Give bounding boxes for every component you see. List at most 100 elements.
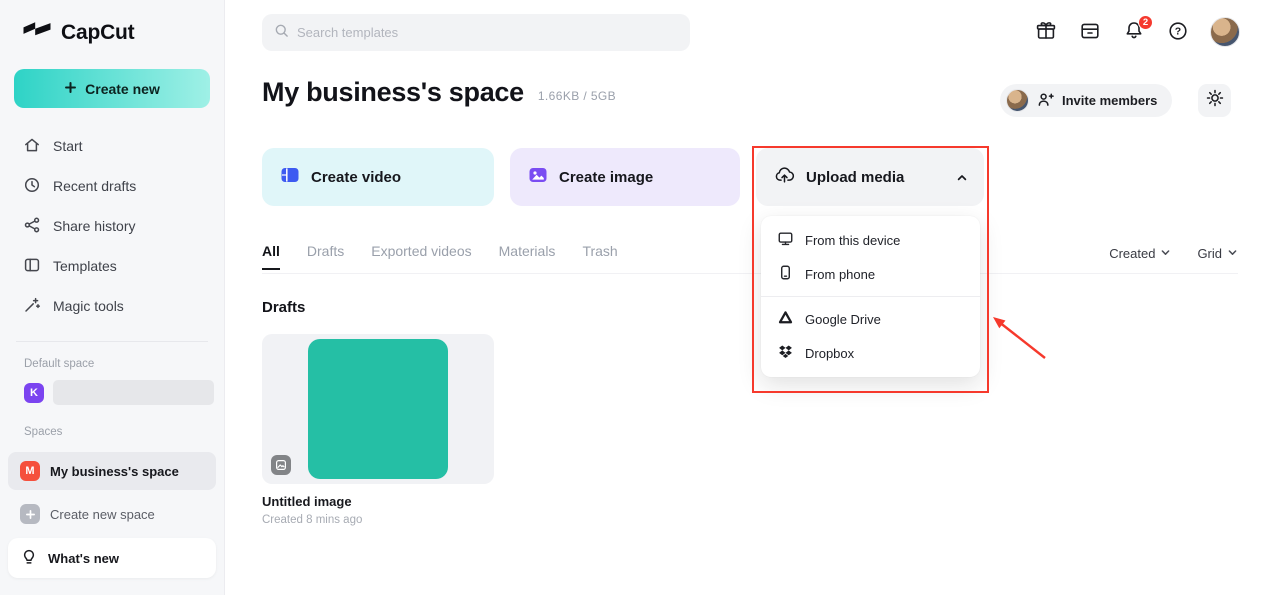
sidebar-item-magic-tools[interactable]: Magic tools [10, 286, 214, 326]
user-avatar[interactable] [1210, 17, 1240, 47]
sort-by-label: Created [1109, 246, 1156, 261]
whats-new-label: What's new [48, 550, 119, 566]
sidebar-item-label: Share history [53, 218, 136, 234]
space-settings-button[interactable] [1198, 84, 1231, 117]
clock-icon [23, 176, 41, 197]
image-icon [528, 165, 548, 189]
home-icon [23, 136, 41, 157]
draft-thumbnail [308, 339, 448, 479]
notifications-button[interactable]: 2 [1122, 15, 1153, 44]
sidebar-item-share-history[interactable]: Share history [10, 206, 214, 246]
templates-icon [23, 256, 41, 277]
annotation-arrow [993, 317, 1046, 359]
svg-text:?: ? [1175, 26, 1181, 38]
storage-box-button[interactable] [1078, 20, 1102, 44]
sidebar-item-label: Templates [53, 258, 117, 274]
tab-drafts[interactable]: Drafts [307, 243, 344, 270]
menu-item-label: Google Drive [805, 311, 881, 327]
menu-item-from-this-device[interactable]: From this device [761, 223, 980, 257]
menu-item-from-phone[interactable]: From phone [761, 257, 980, 291]
magic-wand-icon [23, 296, 41, 317]
gift-icon [1035, 20, 1057, 47]
menu-item-google-drive[interactable]: Google Drive [761, 302, 980, 336]
create-new-space-button[interactable]: Create new space [8, 495, 216, 533]
storage-usage: 1.66KB / 5GB [537, 89, 617, 103]
sidebar-item-label: Magic tools [53, 298, 124, 314]
logo-text: CapCut [61, 20, 135, 44]
help-button[interactable]: ? [1166, 20, 1190, 44]
tab-trash[interactable]: Trash [582, 243, 617, 270]
default-space-avatar: K [24, 382, 44, 403]
draft-title: Untitled image [262, 494, 352, 509]
menu-item-label: Dropbox [805, 345, 855, 361]
sidebar: CapCut Create new Start Recent drafts Sh… [0, 0, 225, 595]
view-grid-dropdown[interactable]: Grid [1197, 246, 1238, 261]
invite-members-label: Invite members [1062, 93, 1158, 108]
space-name: My business's space [50, 463, 179, 479]
menu-item-label: From phone [805, 266, 876, 282]
create-video-label: Create video [311, 168, 402, 186]
member-avatar [1006, 89, 1029, 112]
notification-badge: 2 [1138, 15, 1153, 30]
gear-icon [1205, 88, 1225, 113]
upload-media-button[interactable]: Upload media [756, 148, 984, 206]
create-new-label: Create new [85, 80, 160, 97]
tab-all[interactable]: All [262, 243, 280, 270]
sidebar-item-templates[interactable]: Templates [10, 246, 214, 286]
chevron-down-icon [1227, 246, 1238, 261]
capcut-logo-icon [22, 20, 52, 45]
menu-item-label: From this device [805, 232, 901, 248]
video-icon [280, 165, 300, 189]
create-image-button[interactable]: Create image [510, 148, 740, 206]
sidebar-item-label: Start [53, 138, 83, 154]
monitor-icon [777, 230, 794, 250]
image-type-badge [271, 455, 291, 475]
default-space-row[interactable]: K [0, 379, 224, 406]
invite-members-button[interactable]: Invite members [1000, 84, 1173, 117]
draft-meta: Created 8 mins ago [262, 514, 363, 526]
gift-button[interactable] [1034, 20, 1058, 44]
capcut-logo[interactable]: CapCut [0, 0, 224, 45]
upload-media-menu: From this device From phone Google Drive… [761, 216, 980, 377]
dropbox-icon [777, 343, 794, 363]
search-bar [262, 14, 690, 51]
help-icon: ? [1167, 20, 1189, 47]
view-label: Grid [1197, 246, 1222, 261]
chevron-down-icon [1160, 246, 1171, 261]
plus-icon [20, 504, 40, 524]
share-icon [23, 216, 41, 237]
content-tabs: All Drafts Exported videos Materials Tra… [262, 243, 618, 270]
sidebar-item-start[interactable]: Start [10, 126, 214, 166]
header-icons: 2 ? [1034, 15, 1240, 49]
create-video-button[interactable]: Create video [262, 148, 494, 206]
sidebar-item-label: Recent drafts [53, 178, 137, 194]
whats-new-button[interactable]: What's new [8, 538, 216, 578]
tab-materials[interactable]: Materials [499, 243, 556, 270]
default-space-label: Default space [24, 358, 95, 370]
menu-item-dropbox[interactable]: Dropbox [761, 336, 980, 370]
person-plus-icon [1037, 91, 1054, 111]
draft-item[interactable] [262, 334, 494, 484]
create-new-space-label: Create new space [50, 506, 155, 522]
google-drive-icon [777, 309, 794, 329]
tab-exported-videos[interactable]: Exported videos [371, 243, 471, 270]
create-new-button[interactable]: Create new [14, 69, 210, 108]
search-input[interactable] [297, 25, 678, 40]
sidebar-item-recent-drafts[interactable]: Recent drafts [10, 166, 214, 206]
lightbulb-icon [20, 548, 38, 569]
page-title: My business's space [262, 77, 524, 107]
sort-by-created-dropdown[interactable]: Created [1109, 246, 1171, 261]
storage-box-icon [1079, 20, 1101, 47]
menu-divider [761, 296, 980, 297]
space-avatar: M [20, 461, 40, 481]
phone-icon [777, 264, 794, 284]
search-icon [274, 23, 289, 43]
title-row: My business's space 1.66KB / 5GB [262, 76, 616, 109]
create-image-label: Create image [559, 168, 654, 186]
cloud-upload-icon [774, 165, 795, 190]
tabs-divider [262, 273, 1238, 274]
capcut-app: CapCut Create new Start Recent drafts Sh… [0, 0, 1280, 595]
spaces-label: Spaces [24, 426, 63, 438]
space-item-my-business[interactable]: M My business's space [8, 452, 216, 490]
view-controls: Created Grid [1109, 246, 1238, 261]
